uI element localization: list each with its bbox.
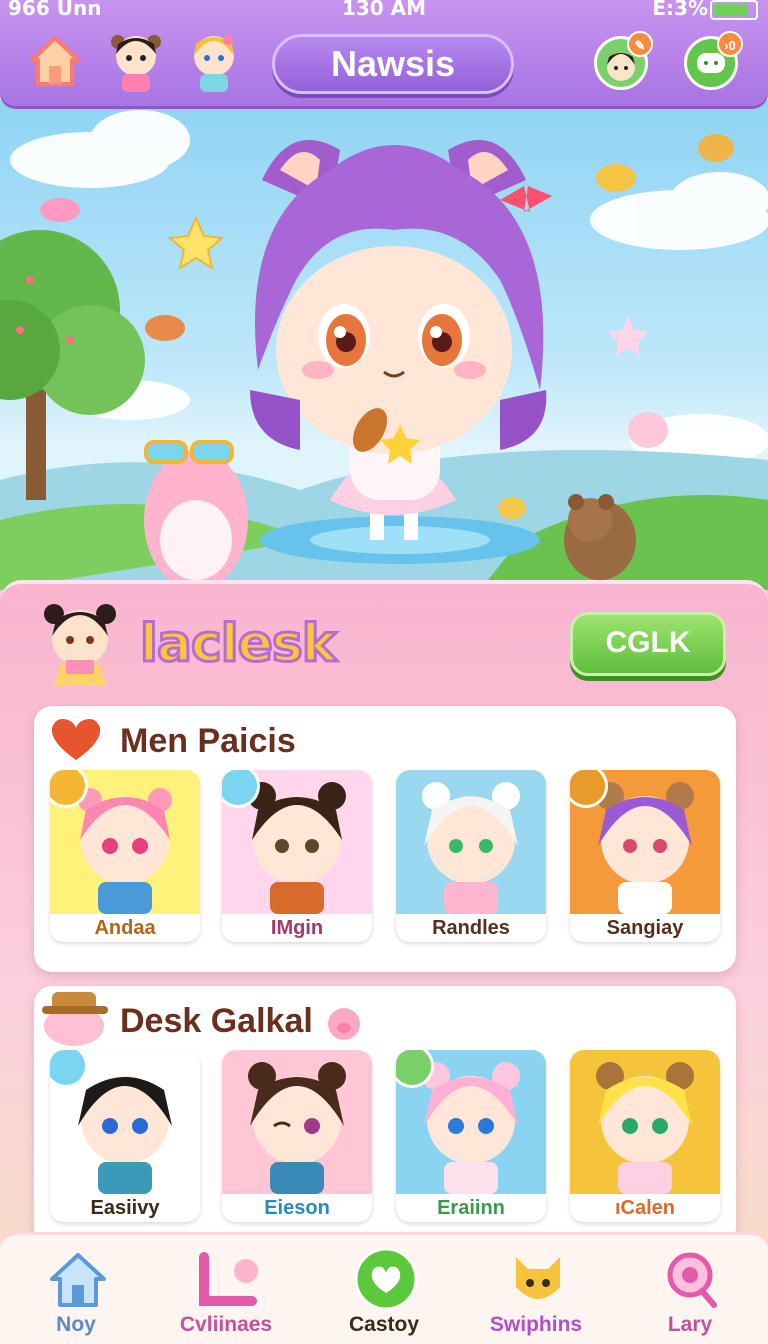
collection-icon	[199, 1252, 258, 1306]
character-tile[interactable]: ıCalen	[570, 1050, 720, 1222]
nav-item-home[interactable]: Noy	[6, 1235, 146, 1344]
tile-name: Eieson	[222, 1194, 372, 1222]
nav-item-collections[interactable]: Cvliinaes	[156, 1235, 296, 1344]
nav-label: Noy	[56, 1313, 96, 1336]
edit-icon: ✎	[627, 31, 653, 57]
nav-label: Cvliinaes	[179, 1313, 273, 1336]
character-tile[interactable]: Sangiay	[570, 770, 720, 942]
search-icon	[667, 1252, 717, 1308]
character-tile[interactable]: Eraiinn	[396, 1050, 546, 1222]
section-card-2: Desk Galkal Easiivy Eieson Eraiinn ıCale…	[34, 986, 736, 1246]
character-tile[interactable]: Andaa	[50, 770, 200, 942]
tile-name: Easiivy	[50, 1194, 200, 1222]
section-card-1: Men Paicis Andaa IMgin Randles Sangiay	[34, 706, 736, 972]
section-title: Desk Galkal	[120, 1002, 313, 1040]
tile-name: IMgin	[222, 914, 372, 942]
friend-avatar-2[interactable]	[186, 30, 242, 96]
character-tile[interactable]: Easiivy	[50, 1050, 200, 1222]
section-title: Men Paicis	[120, 722, 296, 760]
home-icon	[30, 36, 80, 86]
tile-name: Randles	[396, 914, 546, 942]
pig-icon	[328, 1008, 360, 1040]
tile-name: Eraiinn	[396, 1194, 546, 1222]
bottom-nav: Noy Cvliinaes Castoy Swiphins Lary	[0, 1232, 768, 1344]
collection-panel: laclesk CGLK Men Paicis Andaa IMgin Rand…	[0, 580, 768, 1270]
status-bar: 966 Unn 130 AM E:3%	[0, 0, 768, 22]
tile-name: Sangiay	[570, 914, 720, 942]
page-title: Nawsis	[272, 34, 514, 94]
tile-name: Andaa	[50, 914, 200, 942]
character-tile[interactable]: Randles	[396, 770, 546, 942]
home-button[interactable]	[28, 32, 82, 88]
nav-label: Lary	[667, 1313, 713, 1336]
nav-item-search[interactable]: Lary	[620, 1235, 760, 1344]
character-tile[interactable]: IMgin	[222, 770, 372, 942]
panel-avatar	[40, 598, 120, 688]
chat-button[interactable]: ›0	[684, 31, 743, 90]
fox-icon	[516, 1257, 560, 1299]
cta-button[interactable]: CGLK	[570, 612, 726, 676]
nav-item-swiphins[interactable]: Swiphins	[466, 1235, 606, 1344]
hero-scene	[0, 100, 768, 590]
profile-button[interactable]: ✎	[594, 31, 653, 90]
notification-badge: ›0	[717, 31, 743, 57]
heart-icon	[51, 719, 101, 760]
status-battery-text: E:3%	[652, 0, 708, 20]
top-bar: 966 Unn 130 AM E:3% Nawsis ✎ ›0	[0, 0, 768, 106]
character-tile[interactable]: Eieson	[222, 1050, 372, 1222]
heart-icon	[354, 1247, 418, 1311]
tile-name: ıCalen	[570, 1194, 720, 1222]
panel-title: laclesk	[138, 613, 337, 676]
friend-avatar-1[interactable]	[108, 30, 164, 96]
home-icon	[50, 1253, 106, 1307]
nav-label: Swiphins	[489, 1313, 583, 1336]
battery-icon	[710, 0, 758, 20]
hat-icon	[42, 992, 108, 1046]
nav-item-center[interactable]: Castoy	[314, 1235, 454, 1344]
hero-illustration	[0, 110, 768, 590]
nav-label: Castoy	[348, 1313, 420, 1336]
